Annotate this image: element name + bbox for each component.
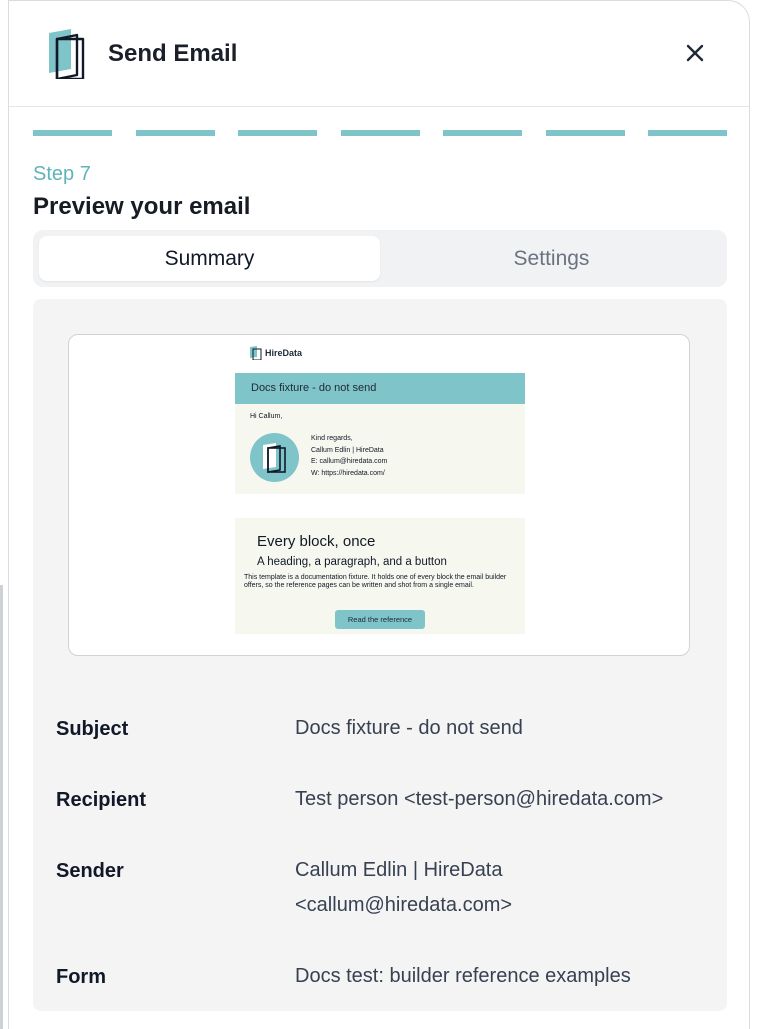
sender-value-name: Callum Edlin | HireData	[295, 859, 503, 881]
send-email-panel: Send Email Step 7 Preview your email Sum…	[8, 0, 750, 1029]
door-logo-icon	[263, 443, 286, 473]
form-label: Form	[56, 966, 106, 988]
panel-header: Send Email	[9, 1, 749, 107]
preview-paragraph: This template is a documentation fixture…	[244, 574, 507, 589]
preview-signature-block: Hi Callum, Kind regards, Callum Edlin | …	[235, 404, 525, 494]
recipient-value: Test person <test-person@hiredata.com>	[295, 788, 664, 810]
preview-content-block: Every block, once A heading, a paragraph…	[235, 518, 525, 634]
progress-segment-3	[238, 130, 317, 136]
progress-segment-5	[443, 130, 522, 136]
step-progress	[33, 130, 727, 136]
door-logo-icon	[49, 29, 85, 79]
sender-label: Sender	[56, 860, 124, 882]
sender-value-email: <callum@hiredata.com>	[295, 894, 513, 916]
progress-segment-7	[648, 130, 727, 136]
preview-signature-text: Kind regards, Callum Edlin | HireData E:…	[311, 433, 387, 479]
close-icon[interactable]	[679, 37, 711, 69]
email-preview: HireData Docs fixture - do not send Hi C…	[68, 334, 690, 656]
preview-subject-text: Docs fixture - do not send	[251, 382, 377, 394]
dialog-title: Send Email	[108, 40, 238, 67]
step-label: Step 7	[33, 163, 91, 185]
preview-heading: Every block, once	[257, 533, 376, 550]
progress-segment-1	[33, 130, 112, 136]
summary-panel: HireData Docs fixture - do not send Hi C…	[33, 299, 727, 1011]
recipient-label: Recipient	[56, 789, 147, 811]
signature-line: E: callum@hiredata.com	[311, 458, 388, 465]
door-logo-icon	[250, 346, 262, 360]
progress-segment-6	[545, 130, 625, 136]
preview-subheading: A heading, a paragraph, and a button	[257, 556, 447, 568]
preview-read-reference-button[interactable]: Read the reference	[335, 610, 425, 629]
signature-line: Kind regards,	[311, 435, 353, 442]
tab-summary[interactable]: Summary	[39, 236, 380, 281]
signature-line: Callum Edlin | HireData	[311, 446, 384, 454]
signature-line: W: https://hiredata.com/	[311, 469, 385, 477]
preview-greeting: Hi Callum,	[250, 413, 283, 420]
step-title: Preview your email	[33, 193, 251, 220]
tab-bar: Summary Settings	[33, 230, 727, 287]
tab-settings[interactable]: Settings	[381, 236, 722, 281]
subject-label: Subject	[56, 718, 129, 740]
progress-segment-4	[340, 130, 420, 136]
preview-brand: HireData	[265, 348, 303, 358]
subject-value: Docs fixture - do not send	[295, 717, 523, 739]
background-edge	[0, 585, 3, 1029]
preview-subject-banner: Docs fixture - do not send	[235, 373, 525, 404]
form-value: Docs test: builder reference examples	[295, 965, 631, 987]
avatar	[250, 433, 299, 482]
progress-segment-2	[135, 130, 215, 136]
